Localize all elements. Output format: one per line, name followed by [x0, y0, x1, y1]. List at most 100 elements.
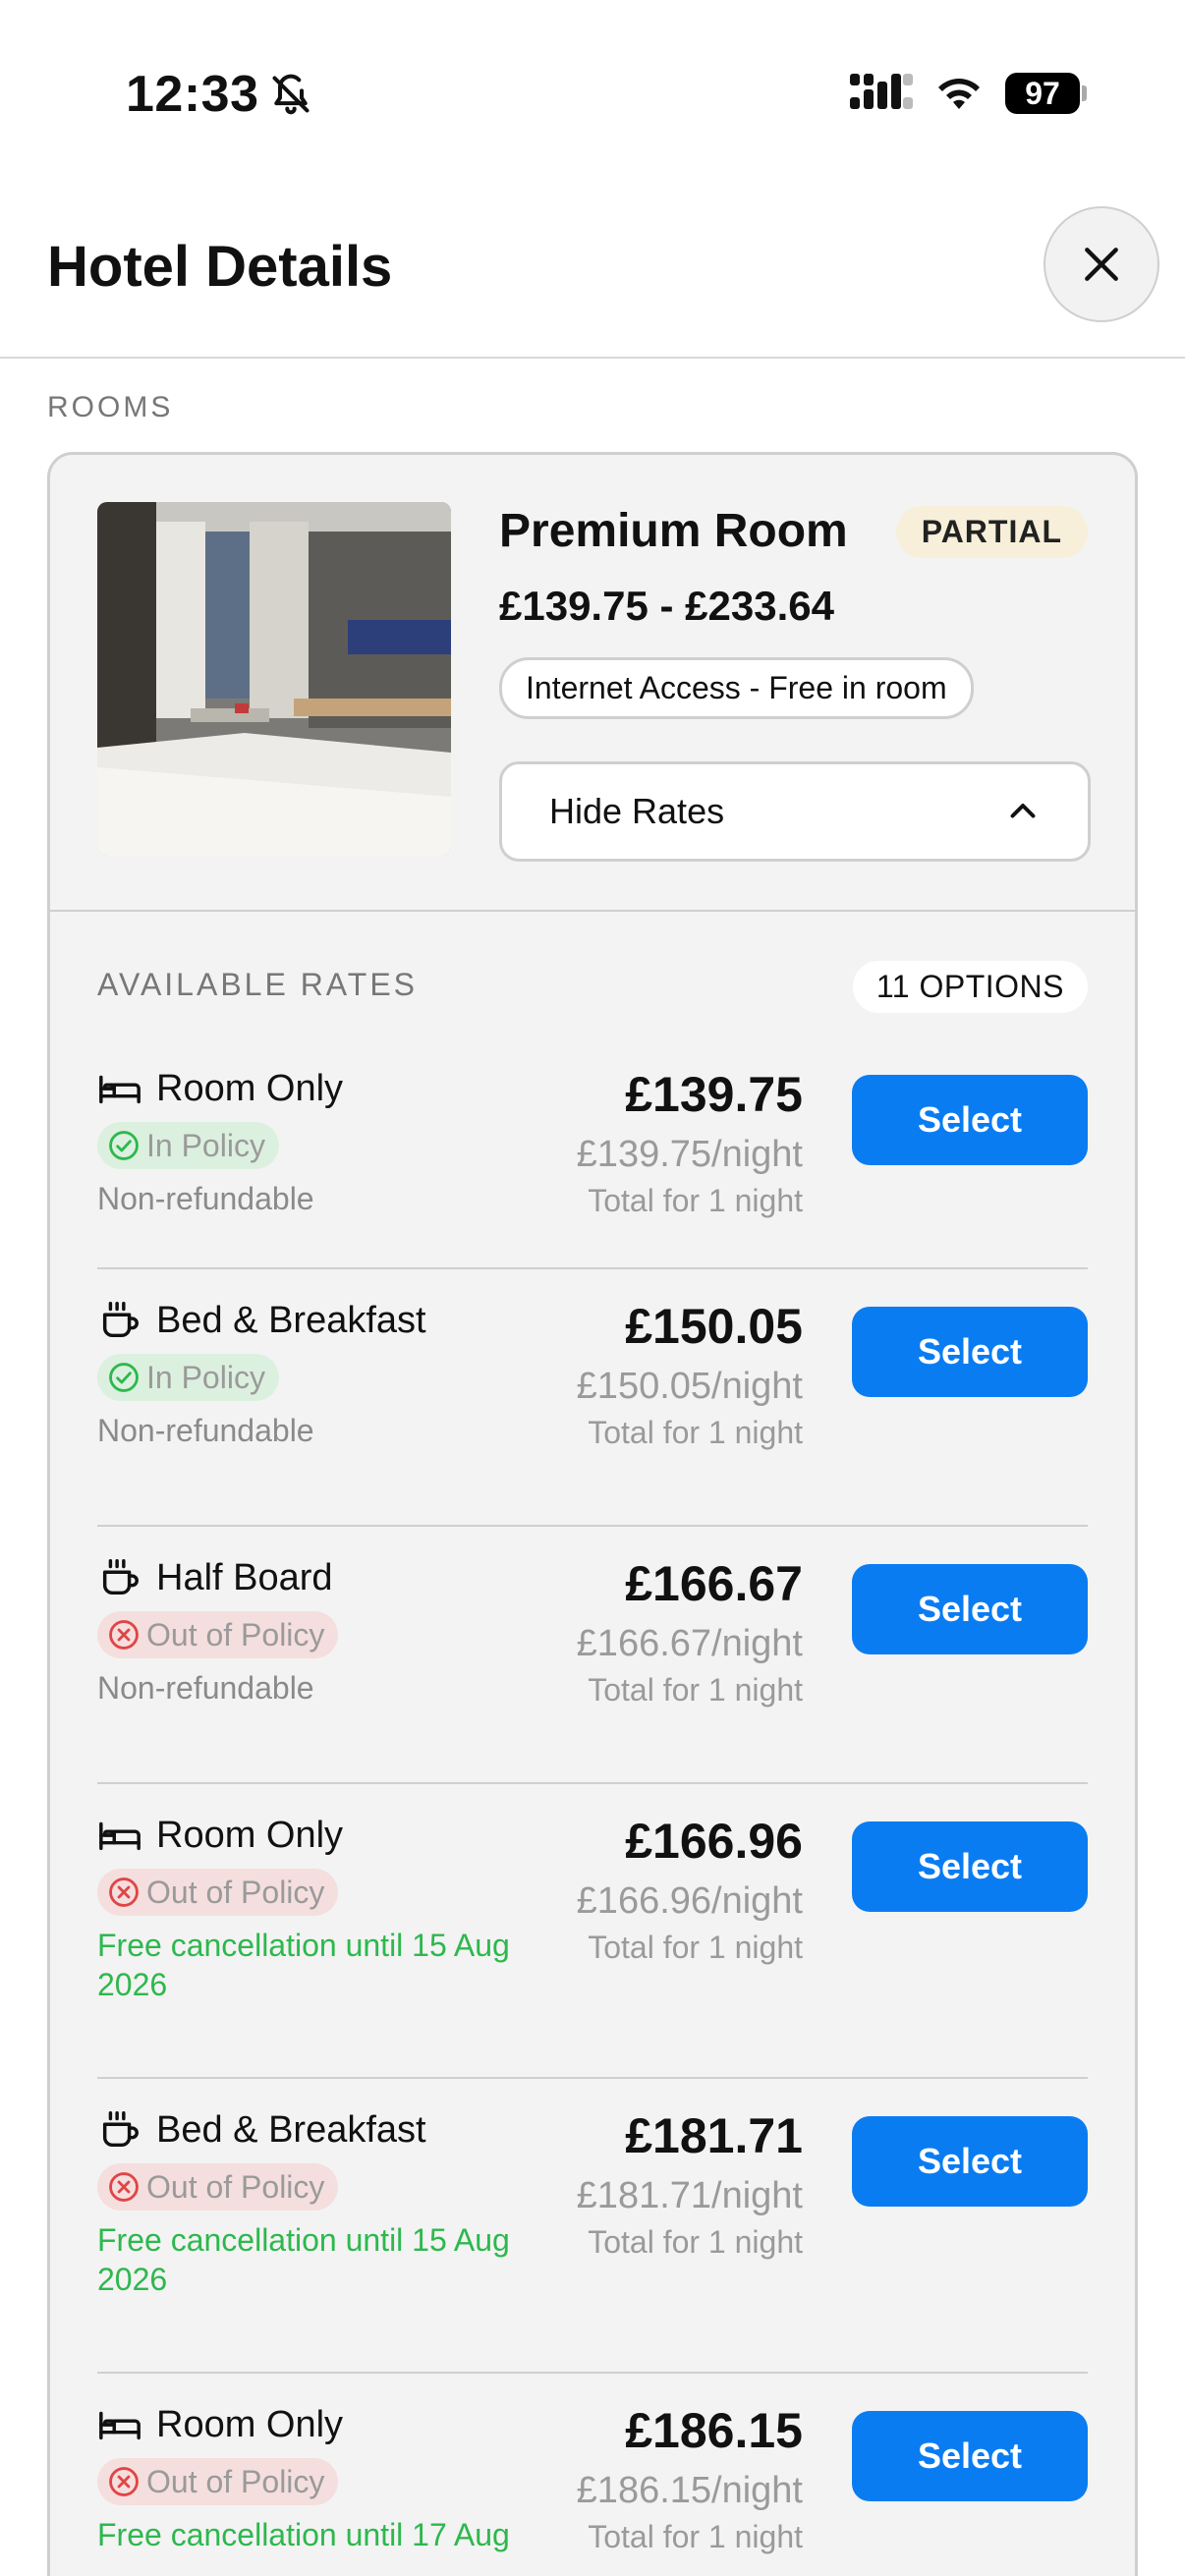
- rate-total-price: £150.05: [625, 1299, 803, 1354]
- policy-badge: Out of Policy: [97, 2163, 339, 2211]
- partial-badge: PARTIAL: [895, 506, 1088, 558]
- rate-board: Room Only: [97, 2401, 559, 2448]
- room-photo-image: [97, 502, 451, 856]
- select-button[interactable]: Select: [852, 1075, 1088, 1165]
- signal-icon: [850, 74, 913, 109]
- refund-text: Non-refundable: [97, 1181, 314, 1216]
- amenity-pill: Internet Access - Free in room: [499, 657, 974, 719]
- rate-prices: £166.96 £166.96/night Total for 1 night: [577, 1812, 803, 1967]
- policy-label: In Policy: [146, 1359, 265, 1395]
- policy-label: Out of Policy: [146, 2168, 325, 2205]
- status-time: 12:33: [126, 65, 312, 124]
- check-circle-icon: [109, 1131, 139, 1160]
- rate-total-note: Total for 1 night: [588, 1415, 803, 1450]
- check-circle-icon: [109, 1363, 139, 1392]
- policy-badge: In Policy: [97, 1354, 279, 1401]
- rate-info: Bed & Breakfast Out of Policy Free cance…: [97, 2106, 559, 2299]
- rate-board: Room Only: [97, 1812, 559, 1859]
- rate-row: Room Only In Policy Non-refundable £139.…: [97, 1037, 1088, 1269]
- rate-per-night: £186.15/night: [576, 2470, 803, 2511]
- rate-total-note: Total for 1 night: [588, 1930, 803, 1965]
- room-name: Premium Room: [499, 505, 848, 557]
- hide-rates-toggle[interactable]: Hide Rates: [499, 761, 1091, 862]
- policy-badge: Out of Policy: [97, 1611, 339, 1658]
- close-icon: [1085, 248, 1118, 281]
- rate-prices: £166.67 £166.67/night Total for 1 night: [577, 1554, 803, 1709]
- chevron-up-icon: [1010, 804, 1036, 818]
- rate-total-note: Total for 1 night: [588, 1672, 803, 1708]
- select-button[interactable]: Select: [852, 1564, 1088, 1654]
- refund-text: Free cancellation until 15 Aug 2026: [97, 1928, 510, 2002]
- select-button[interactable]: Select: [852, 1821, 1088, 1912]
- coffee-icon: [102, 1559, 139, 1596]
- policy-label: In Policy: [146, 1127, 265, 1163]
- rate-row: Room Only Out of Policy Free cancellatio…: [97, 2374, 1088, 2576]
- bed-icon: [99, 1821, 141, 1851]
- page-header: Hotel Details: [0, 187, 1185, 359]
- rate-prices: £186.15 £186.15/night Total for 1 night: [577, 2401, 803, 2556]
- x-circle-icon: [109, 2172, 139, 2202]
- policy-badge: In Policy: [97, 1122, 279, 1169]
- time-text: 12:33: [126, 66, 259, 123]
- rate-row: Half Board Out of Policy Non-refundable …: [97, 1527, 1088, 1784]
- battery-level: 97: [1005, 73, 1080, 114]
- room-summary: Premium Room PARTIAL £139.75 - £233.64 I…: [50, 455, 1135, 912]
- rate-list: Room Only In Policy Non-refundable £139.…: [50, 1037, 1135, 2576]
- rate-prices: £150.05 £150.05/night Total for 1 night: [577, 1297, 803, 1452]
- rate-total-price: £186.15: [625, 2403, 803, 2458]
- x-circle-icon: [109, 1877, 139, 1907]
- battery-tip: [1082, 85, 1087, 101]
- rate-total-price: £181.71: [625, 2108, 803, 2163]
- room-price-range: £139.75 - £233.64: [499, 583, 834, 629]
- rate-per-night: £166.96/night: [576, 1880, 803, 1922]
- rate-total-note: Total for 1 night: [588, 2519, 803, 2554]
- bed-icon: [99, 1075, 141, 1104]
- x-circle-icon: [109, 2467, 139, 2496]
- select-button[interactable]: Select: [852, 2116, 1088, 2207]
- rate-board-label: Half Board: [156, 1556, 333, 1598]
- refund-text: Non-refundable: [97, 1413, 314, 1448]
- policy-badge: Out of Policy: [97, 2458, 339, 2505]
- policy-label: Out of Policy: [146, 1616, 325, 1652]
- rate-board-label: Room Only: [156, 1814, 344, 1856]
- rate-row: Bed & Breakfast In Policy Non-refundable…: [97, 1269, 1088, 1527]
- rate-row: Bed & Breakfast Out of Policy Free cance…: [97, 2079, 1088, 2374]
- rate-total-price: £166.96: [625, 1814, 803, 1869]
- rate-total-note: Total for 1 night: [588, 1183, 803, 1218]
- select-button[interactable]: Select: [852, 1307, 1088, 1397]
- bell-muted-icon: [271, 74, 310, 115]
- status-bar: 12:33 97: [0, 0, 1185, 187]
- rate-info: Half Board Out of Policy Non-refundable: [97, 1554, 559, 1708]
- rate-prices: £139.75 £139.75/night Total for 1 night: [577, 1065, 803, 1220]
- policy-label: Out of Policy: [146, 2463, 325, 2499]
- rate-row: Room Only Out of Policy Free cancellatio…: [97, 1784, 1088, 2079]
- rate-total-price: £139.75: [625, 1067, 803, 1122]
- wifi-icon: [938, 79, 980, 109]
- coffee-icon: [102, 2111, 139, 2148]
- rooms-section-label: ROOMS: [47, 391, 174, 423]
- x-circle-icon: [109, 1620, 139, 1650]
- rates-header: AVAILABLE RATES 11 OPTIONS: [50, 912, 1135, 1037]
- close-button[interactable]: [1044, 206, 1159, 322]
- rate-total-note: Total for 1 night: [588, 2224, 803, 2260]
- rate-per-night: £181.71/night: [576, 2175, 803, 2216]
- select-button[interactable]: Select: [852, 2411, 1088, 2501]
- refund-text: Free cancellation until 17 Aug: [97, 2517, 510, 2552]
- rate-board: Bed & Breakfast: [97, 2106, 559, 2154]
- rate-board: Room Only: [97, 1065, 559, 1112]
- policy-badge: Out of Policy: [97, 1869, 339, 1916]
- room-photo[interactable]: [97, 502, 451, 856]
- room-card: Premium Room PARTIAL £139.75 - £233.64 I…: [47, 452, 1138, 2576]
- rate-board-label: Bed & Breakfast: [156, 1299, 426, 1341]
- available-rates-label: AVAILABLE RATES: [97, 967, 418, 1002]
- refund-text: Non-refundable: [97, 1670, 314, 1706]
- rate-per-night: £150.05/night: [576, 1366, 803, 1407]
- bed-icon: [99, 2411, 141, 2440]
- status-indicators: 97: [850, 73, 1087, 114]
- rate-board: Bed & Breakfast: [97, 1297, 559, 1344]
- page-title: Hotel Details: [47, 235, 393, 299]
- rate-info: Room Only Out of Policy Free cancellatio…: [97, 1812, 559, 2004]
- rate-total-price: £166.67: [625, 1556, 803, 1611]
- rate-board-label: Room Only: [156, 2403, 344, 2445]
- rate-prices: £181.71 £181.71/night Total for 1 night: [577, 2106, 803, 2262]
